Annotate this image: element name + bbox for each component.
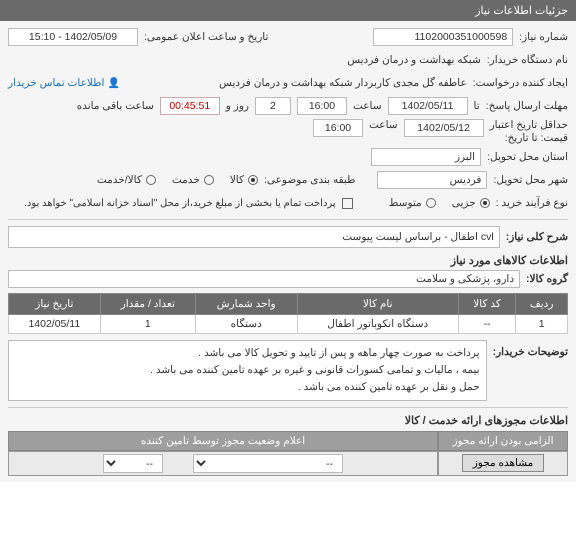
row-province: استان محل تحویل: xyxy=(8,147,568,167)
cell-unit: دستگاه xyxy=(195,315,297,334)
lbl-creator: ایجاد کننده درخواست: xyxy=(473,77,568,89)
lbl-until1: تا xyxy=(474,100,480,112)
cell-name: دستگاه انکوباتور اطفال xyxy=(297,315,458,334)
table-row[interactable]: 1 -- دستگاه انکوباتور اطفال دستگاه 1 140… xyxy=(9,315,568,334)
radio-goods[interactable] xyxy=(248,175,258,185)
note-line-1: پرداخت به صورت چهار ماهه و پس از تایید و… xyxy=(15,345,480,362)
radio-service-group[interactable]: خدمت xyxy=(172,174,214,186)
fld-credit-date[interactable] xyxy=(404,119,484,137)
permits-title: اطلاعات مجوزهای ارائه خدمت / کالا xyxy=(8,414,568,427)
goods-header-row: ردیف کد کالا نام کالا واحد شمارش تعداد /… xyxy=(9,294,568,315)
lbl-city: شهر محل تحویل: xyxy=(493,174,568,186)
fld-days[interactable] xyxy=(255,97,291,115)
lbl-province: استان محل تحویل: xyxy=(487,151,568,163)
lbl-notes: توضیحات خریدار: xyxy=(493,340,568,358)
opt-both: کالا/خدمت xyxy=(97,174,142,186)
val-creator: عاطفه گل مجدی کاربردار شبکه بهداشت و درم… xyxy=(219,77,467,89)
row-buyer: نام دستگاه خریدار: شبکه بهداشت و درمان ف… xyxy=(8,50,568,70)
th-qty: تعداد / مقدار xyxy=(100,294,195,315)
fld-reply-date[interactable] xyxy=(388,97,468,115)
th-date: تاریخ نیاز xyxy=(9,294,101,315)
lbl-announce: تاریخ و ساعت اعلان عمومی: xyxy=(144,31,268,43)
opt-small: جزیی xyxy=(452,197,476,209)
permit-data-row: مشاهده مجوز -- -- xyxy=(8,451,568,476)
radio-medium[interactable] xyxy=(426,198,436,208)
fld-need-no[interactable] xyxy=(373,28,513,46)
lbl-subject: طبقه بندی موضوعی: xyxy=(264,174,355,186)
separator-1 xyxy=(8,219,568,220)
lbl-islamic: پرداخت تمام یا بخشی از مبلغ خرید،از محل … xyxy=(24,198,336,209)
row-credit: حداقل تاریخ اعتبار قیمت: تا تاریخ: ساعت xyxy=(8,119,568,144)
lbl-daysand: روز و xyxy=(226,100,249,112)
row-need-no: شماره نیاز: تاریخ و ساعت اعلان عمومی: xyxy=(8,27,568,47)
form-area: شماره نیاز: تاریخ و ساعت اعلان عمومی: نا… xyxy=(0,21,576,482)
row-process: نوع فرآیند خرید : جزیی متوسط پرداخت تمام… xyxy=(8,193,568,213)
fld-credit-time[interactable] xyxy=(313,119,363,137)
cell-qty: 1 xyxy=(100,315,195,334)
cell-code: -- xyxy=(458,315,515,334)
contact-label: اطلاعات تماس خریدار xyxy=(8,77,104,89)
lbl-hour1: ساعت xyxy=(353,100,382,112)
row-deadline: مهلت ارسال پاسخ: تا ساعت روز و ساعت باقی… xyxy=(8,96,568,116)
opt-service: خدمت xyxy=(172,174,200,186)
radio-goods-group[interactable]: کالا xyxy=(230,174,258,186)
radio-both-group[interactable]: کالا/خدمت xyxy=(97,174,156,186)
fld-countdown xyxy=(160,97,220,115)
notes-box: پرداخت به صورت چهار ماهه و پس از تایید و… xyxy=(8,340,487,400)
lbl-reply: مهلت ارسال پاسخ: xyxy=(486,100,568,112)
fld-reply-time[interactable] xyxy=(297,97,347,115)
goods-table: ردیف کد کالا نام کالا واحد شمارش تعداد /… xyxy=(8,293,568,334)
fld-province[interactable] xyxy=(371,148,481,166)
fld-summary[interactable] xyxy=(8,226,500,248)
sel-permit-mandatory[interactable]: -- xyxy=(103,454,163,473)
note-line-3: حمل و نقل بر عهده تامین کننده می باشد . xyxy=(15,379,480,396)
fld-announce[interactable] xyxy=(8,28,138,46)
opt-medium: متوسط xyxy=(389,197,422,209)
lbl-hour2: ساعت xyxy=(369,119,398,131)
goods-info-title: اطلاعات کالاهای مورد نیاز xyxy=(8,254,568,267)
permit-header-row: الزامی بودن ارائه مجوز اعلام وضعیت مجوز … xyxy=(8,431,568,451)
row-notes: توضیحات خریدار: پرداخت به صورت چهار ماهه… xyxy=(8,340,568,400)
radio-both[interactable] xyxy=(146,175,156,185)
lbl-goods-group: گروه کالا: xyxy=(526,273,568,285)
lbl-buyer: نام دستگاه خریدار: xyxy=(487,54,568,66)
cell-row: 1 xyxy=(516,315,568,334)
th-row: ردیف xyxy=(516,294,568,315)
lbl-priceuntil: قیمت: تا تاریخ: xyxy=(490,132,568,145)
separator-2 xyxy=(8,407,568,408)
chk-islamic[interactable] xyxy=(342,198,353,209)
radio-small[interactable] xyxy=(480,198,490,208)
lbl-timeleft: ساعت باقی مانده xyxy=(77,100,154,112)
row-summary: شرح کلی نیاز: xyxy=(8,226,568,248)
val-buyer: شبکه بهداشت و درمان فردیس xyxy=(347,54,481,66)
th-code: کد کالا xyxy=(458,294,515,315)
radio-service[interactable] xyxy=(204,175,214,185)
row-city-subject: شهر محل تحویل: طبقه بندی موضوعی: کالا خد… xyxy=(8,170,568,190)
th-name: نام کالا xyxy=(297,294,458,315)
lbl-need-no: شماره نیاز: xyxy=(519,31,568,43)
perm-hdr-status: اعلام وضعیت مجوز توسط تامین کننده xyxy=(8,431,438,451)
row-goods-group: گروه کالا: xyxy=(8,269,568,289)
lbl-process: نوع فرآیند خرید : xyxy=(496,197,568,209)
note-line-2: بیمه ، مالیات و تمامی کسورات قانونی و غی… xyxy=(15,362,480,379)
contact-buyer-link[interactable]: اطلاعات تماس خریدار xyxy=(8,77,120,89)
view-permit-label: مشاهده مجوز xyxy=(473,457,534,469)
view-permit-button[interactable]: مشاهده مجوز xyxy=(462,454,545,472)
sel-permit-status[interactable]: -- xyxy=(193,454,343,473)
row-creator: ایجاد کننده درخواست: عاطفه گل مجدی کاربر… xyxy=(8,73,568,93)
radio-medium-group[interactable]: متوسط xyxy=(389,197,436,209)
fld-goods-group[interactable] xyxy=(8,270,520,288)
lbl-summary: شرح کلی نیاز: xyxy=(506,231,568,243)
fld-city[interactable] xyxy=(377,171,487,189)
cell-date: 1402/05/11 xyxy=(9,315,101,334)
radio-small-group[interactable]: جزیی xyxy=(452,197,490,209)
th-unit: واحد شمارش xyxy=(195,294,297,315)
perm-hdr-mandatory: الزامی بودن ارائه مجوز xyxy=(438,431,568,451)
header-title: جزئیات اطلاعات نیاز xyxy=(475,5,568,17)
opt-goods: کالا xyxy=(230,174,244,186)
lbl-credit: حداقل تاریخ اعتبار xyxy=(490,119,568,132)
main-header: جزئیات اطلاعات نیاز xyxy=(0,0,576,21)
